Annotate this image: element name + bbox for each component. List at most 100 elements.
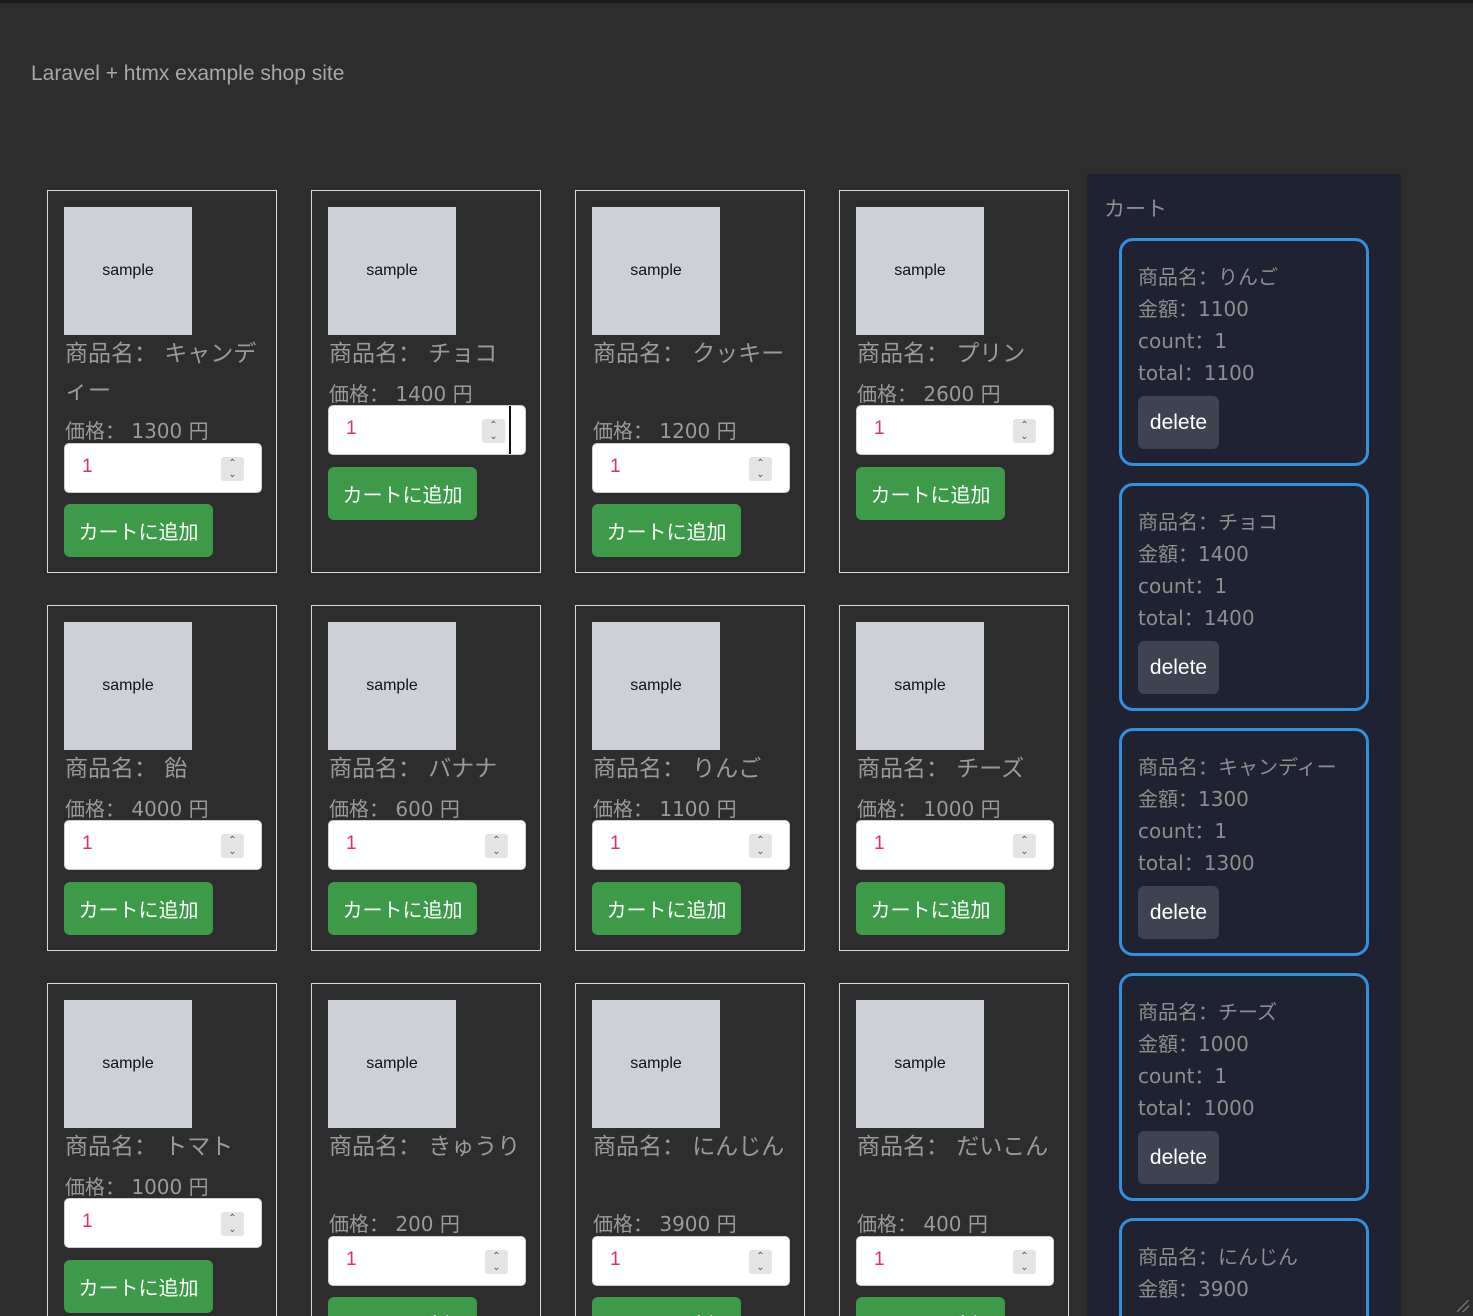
cart-item-total: total：1000 (1138, 1096, 1255, 1120)
cart-item-total: total：1100 (1138, 361, 1255, 385)
quantity-input[interactable]: 1 ⌃ ⌄ (592, 1236, 790, 1286)
product-thumbnail: sample (328, 1000, 456, 1128)
product-name: 商品名： チョコ (329, 341, 498, 367)
product-thumbnail: sample (328, 622, 456, 750)
add-to-cart-button[interactable]: カートに追加 (64, 504, 213, 557)
product-name: 商品名： チーズ (857, 756, 1025, 782)
cart-item-count: count：1 (1138, 819, 1228, 843)
product-card: sample 商品名： プリン 価格： 2600 円 1 ⌃ ⌄ カートに追加 (839, 190, 1069, 573)
product-price: 価格： 1300 円 (65, 419, 209, 443)
quantity-stepper-icon[interactable]: ⌃ ⌄ (485, 834, 508, 858)
product-price: 価格： 3900 円 (593, 1212, 737, 1236)
cart-item-amount: 金額：1100 (1138, 297, 1249, 321)
add-to-cart-button[interactable]: カートに追加 (328, 467, 477, 520)
cart-item: 商品名：りんご 金額：1100 count：1 total：1100 delet… (1119, 238, 1369, 466)
add-to-cart-button[interactable]: カートに追加 (592, 1297, 741, 1316)
quantity-stepper-icon[interactable]: ⌃ ⌄ (221, 834, 244, 858)
delete-button[interactable]: delete (1138, 641, 1219, 694)
quantity-stepper-icon[interactable]: ⌃ ⌄ (485, 1250, 508, 1274)
quantity-stepper-icon[interactable]: ⌃ ⌄ (749, 1250, 772, 1274)
product-thumbnail: sample (64, 1000, 192, 1128)
add-to-cart-button[interactable]: カートに追加 (64, 882, 213, 935)
quantity-input[interactable]: 1 ⌃ ⌄ (64, 1198, 262, 1248)
product-price: 価格： 4000 円 (65, 797, 209, 821)
quantity-input[interactable]: 1 ⌃ ⌄ (856, 820, 1054, 870)
quantity-value: 1 (874, 1249, 885, 1270)
quantity-stepper-icon[interactable]: ⌃ ⌄ (221, 1212, 244, 1236)
product-card: sample 商品名： きゅうり 価格： 200 円 1 ⌃⌄ カートに追加 (311, 983, 541, 1316)
quantity-input[interactable]: 1 ⌃ ⌄ (328, 820, 526, 870)
cart-item: 商品名：チョコ 金額：1400 count：1 total：1400 delet… (1119, 483, 1369, 711)
site-title: Laravel + htmx example shop site (31, 62, 345, 85)
product-card: sample 商品名： キャンディー 価格： 1300 円 1 ⌃ ⌄ カートに追… (47, 190, 277, 573)
quantity-input[interactable]: 1 ⌃ ⌄ (856, 405, 1054, 455)
quantity-stepper-icon[interactable]: ⌃ ⌄ (482, 419, 505, 443)
quantity-input[interactable]: 1 ⌃ ⌄ (592, 443, 790, 493)
quantity-input[interactable]: 1 ⌃ ⌄ (64, 443, 262, 493)
product-card: sample 商品名： クッキー 価格： 1200 円 1 ⌃ ⌄ カートに追加 (575, 190, 805, 573)
delete-button[interactable]: delete (1138, 396, 1219, 449)
cart-item-amount: 金額：1400 (1138, 542, 1249, 566)
cart-item: 商品名：キャンディー 金額：1300 count：1 total：1300 de… (1119, 728, 1369, 956)
cart-item-amount: 金額：1000 (1138, 1032, 1249, 1056)
product-thumbnail: sample (856, 1000, 984, 1128)
cart-item-name: 商品名：チョコ (1138, 510, 1278, 534)
quantity-value: 1 (610, 1249, 621, 1270)
product-thumbnail: sample (592, 622, 720, 750)
product-name: 商品名： キャンディー (65, 341, 257, 404)
add-to-cart-button[interactable]: カートに追加 (64, 1260, 213, 1313)
quantity-input[interactable]: 1 ⌃ ⌄ (328, 405, 526, 455)
quantity-stepper-icon[interactable]: ⌃ ⌄ (1013, 834, 1036, 858)
product-price: 価格： 2600 円 (857, 382, 1001, 406)
cart-item-amount: 金額：1300 (1138, 787, 1249, 811)
add-to-cart-button[interactable]: カートに追加 (856, 467, 1005, 520)
product-price: 価格： 1000 円 (65, 1175, 209, 1199)
quantity-stepper-icon[interactable]: ⌃ ⌄ (749, 457, 772, 481)
delete-button[interactable]: delete (1138, 1131, 1219, 1184)
quantity-input[interactable]: 1 ⌃ ⌄ (592, 820, 790, 870)
add-to-cart-button[interactable]: カートに追加 (592, 882, 741, 935)
product-price: 価格： 1000 円 (857, 797, 1001, 821)
resize-grip-icon[interactable] (1457, 1300, 1469, 1312)
product-card: sample 商品名： りんご 価格： 1100 円 1 ⌃ ⌄ カートに追加 (575, 605, 805, 951)
cart-item-name: 商品名：チーズ (1138, 1000, 1277, 1024)
quantity-stepper-icon[interactable]: ⌃ ⌄ (1013, 1250, 1036, 1274)
delete-button[interactable]: delete (1138, 886, 1219, 939)
product-price: 価格： 1400 円 (329, 382, 473, 406)
quantity-stepper-icon[interactable]: ⌃ ⌄ (1013, 419, 1036, 443)
add-to-cart-button[interactable]: カートに追加 (328, 1297, 477, 1316)
add-to-cart-button[interactable]: カートに追加 (328, 882, 477, 935)
cart-item-total: total：1400 (1138, 606, 1255, 630)
quantity-value: 1 (346, 833, 357, 854)
add-to-cart-button[interactable]: カートに追加 (856, 882, 1005, 935)
quantity-stepper-icon[interactable]: ⌃ ⌄ (749, 834, 772, 858)
quantity-value: 1 (82, 456, 93, 477)
product-name: 商品名： だいこん (857, 1134, 1049, 1160)
cart-item-count: count：1 (1138, 1064, 1228, 1088)
add-to-cart-button[interactable]: カートに追加 (592, 504, 741, 557)
product-thumbnail: sample (856, 622, 984, 750)
quantity-input[interactable]: 1 ⌃ ⌄ (64, 820, 262, 870)
product-card: sample 商品名： バナナ 価格： 600 円 1 ⌃ ⌄ カートに追加 (311, 605, 541, 951)
quantity-input[interactable]: 1 ⌃ ⌄ (328, 1236, 526, 1286)
quantity-input[interactable]: 1 ⌃ ⌄ (856, 1236, 1054, 1286)
product-name: 商品名： トマト (65, 1134, 234, 1160)
cart-panel: カート 商品名：りんご 金額：1100 count：1 total：1100 d… (1087, 174, 1401, 1316)
product-name: 商品名： りんご (593, 756, 762, 782)
product-name: 商品名： バナナ (329, 756, 498, 782)
quantity-value: 1 (82, 833, 93, 854)
product-card: sample 商品名： だいこん 価格： 400 円 1 ⌃⌄ カートに追加 (839, 983, 1069, 1316)
quantity-value: 1 (346, 418, 357, 439)
product-price: 価格： 400 円 (857, 1212, 988, 1236)
product-card: sample 商品名： トマト 価格： 1000 円 1 ⌃ ⌄ カートに追加 (47, 983, 277, 1316)
product-card: sample 商品名： チョコ 価格： 1400 円 1 ⌃ ⌄ カートに追加 (311, 190, 541, 573)
cart-item-count: count：1 (1138, 574, 1228, 598)
product-name: 商品名： きゅうり (329, 1134, 521, 1160)
cart-item-total: total：1300 (1138, 851, 1255, 875)
cart-item-amount: 金額：3900 (1138, 1277, 1249, 1301)
quantity-value: 1 (610, 456, 621, 477)
cart-item-name: 商品名：にんじん (1138, 1245, 1298, 1269)
quantity-value: 1 (346, 1249, 357, 1270)
quantity-stepper-icon[interactable]: ⌃ ⌄ (221, 457, 244, 481)
add-to-cart-button[interactable]: カートに追加 (856, 1297, 1005, 1316)
